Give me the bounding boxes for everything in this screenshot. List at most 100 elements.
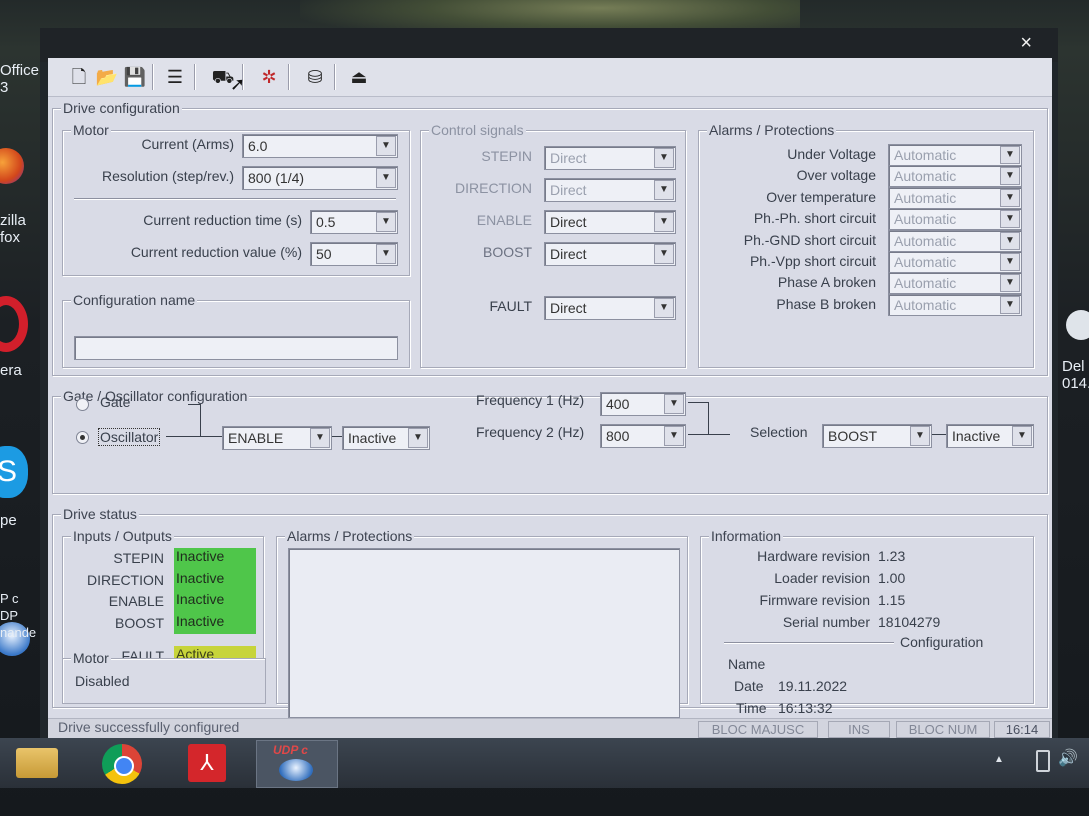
chevron-down-icon[interactable]: ▼ bbox=[376, 168, 396, 188]
config-time-value: 16:13:32 bbox=[778, 700, 833, 716]
chevron-down-icon[interactable]: ▼ bbox=[654, 298, 674, 318]
alarm-config-label: Phase B broken bbox=[776, 295, 876, 312]
enable-signal-label: ENABLE bbox=[476, 212, 532, 228]
alarm-config-combo[interactable]: Automatic ▼ bbox=[888, 165, 1022, 188]
chevron-down-icon[interactable]: ▼ bbox=[310, 428, 330, 448]
insert-indicator: INS bbox=[828, 721, 890, 738]
io-status-label: BOOST bbox=[114, 614, 164, 631]
desktop-icon-office[interactable]: Office 3 bbox=[0, 62, 39, 96]
enable-signal-combo[interactable]: Direct ▼ bbox=[544, 210, 676, 234]
io-status-indicator: Inactive bbox=[174, 612, 256, 634]
chevron-down-icon[interactable]: ▼ bbox=[654, 244, 674, 264]
motor-divider bbox=[74, 198, 396, 200]
alarm-config-combo[interactable]: Automatic ▼ bbox=[888, 208, 1022, 231]
desktop-icon-label: P c DP nande bbox=[0, 591, 37, 640]
taskbar-app-chrome[interactable] bbox=[86, 740, 164, 786]
exit-icon[interactable]: ⏏ bbox=[346, 64, 372, 90]
chevron-down-icon[interactable]: ▼ bbox=[1000, 188, 1020, 207]
desktop-icon-skype[interactable]: pe bbox=[0, 512, 17, 529]
chevron-down-icon[interactable]: ▼ bbox=[1000, 253, 1020, 271]
current-combo[interactable]: 6.0 ▼ bbox=[242, 134, 398, 158]
chevron-down-icon[interactable]: ▼ bbox=[408, 428, 428, 448]
gate-radio-label[interactable]: Gate bbox=[100, 394, 130, 410]
alarm-config-combo[interactable]: Automatic ▼ bbox=[888, 272, 1022, 295]
chevron-down-icon[interactable]: ▼ bbox=[1000, 167, 1020, 186]
chevron-down-icon[interactable]: ▼ bbox=[1000, 210, 1020, 229]
right-desktop-icon[interactable] bbox=[1066, 310, 1089, 340]
chevron-down-icon[interactable]: ▼ bbox=[376, 136, 396, 156]
chevron-down-icon[interactable]: ▼ bbox=[654, 212, 674, 232]
desktop-icon-label: Del 014. bbox=[1062, 358, 1089, 392]
configuration-name-input[interactable] bbox=[74, 336, 398, 360]
taskbar-app-explorer[interactable] bbox=[2, 740, 80, 786]
open-folder-icon[interactable]: 📂 bbox=[94, 64, 120, 90]
oscillator-radio-label[interactable]: Oscillator bbox=[98, 428, 161, 446]
alarms-list[interactable] bbox=[288, 548, 680, 718]
alarm-config-combo[interactable]: Automatic ▼ bbox=[888, 186, 1022, 209]
chevron-down-icon[interactable]: ▼ bbox=[376, 212, 396, 232]
volume-icon[interactable]: 🔊 bbox=[1058, 748, 1078, 768]
fault-signal-combo[interactable]: Direct ▼ bbox=[544, 296, 676, 320]
new-file-icon[interactable]: 🗋 bbox=[66, 64, 92, 90]
chevron-down-icon[interactable]: ▼ bbox=[654, 180, 674, 200]
configuration-divider bbox=[724, 642, 894, 644]
selection-combo[interactable]: BOOST ▼ bbox=[822, 424, 932, 448]
resolution-combo[interactable]: 800 (1/4) ▼ bbox=[242, 166, 398, 190]
motor-status-group: Motor Disabled bbox=[62, 650, 266, 704]
direction-signal-combo[interactable]: Direct ▼ bbox=[544, 178, 676, 202]
reduction-value-value: 50 bbox=[316, 246, 332, 262]
gate-radio[interactable] bbox=[76, 398, 89, 411]
oscillator-radio[interactable] bbox=[76, 431, 89, 444]
gate-state-combo[interactable]: Inactive ▼ bbox=[342, 426, 430, 450]
desktop-icon-opera[interactable]: era bbox=[0, 362, 22, 379]
motor-config-icon[interactable]: ✲ bbox=[256, 64, 282, 90]
taskbar-app-acrobat[interactable]: ⅄ bbox=[172, 740, 250, 786]
chevron-down-icon[interactable]: ▼ bbox=[1000, 274, 1020, 293]
connector-line bbox=[688, 402, 708, 403]
mouse-cursor-icon: ➚ bbox=[230, 74, 246, 94]
alarm-config-value: Automatic bbox=[894, 275, 957, 292]
toolbar: 🗋 📂 💾 ☰ ⛟ ✲ ⛁ ⏏ ➚ bbox=[48, 58, 1052, 97]
hardware-revision-value: 1.23 bbox=[878, 548, 906, 564]
chevron-down-icon[interactable]: ▼ bbox=[1000, 146, 1020, 164]
desktop-icon-right[interactable]: Del 014. bbox=[1062, 358, 1089, 392]
hardware-revision-label: Hardware revision bbox=[757, 548, 870, 564]
taskbar-app-udp[interactable]: UDP c bbox=[256, 740, 338, 788]
desktop-icon-firefox[interactable]: zilla fox bbox=[0, 212, 26, 246]
close-button[interactable]: × bbox=[1020, 32, 1032, 55]
save-icon[interactable]: 💾 bbox=[122, 64, 148, 90]
desktop-icon-udp[interactable]: P c DP nande bbox=[0, 590, 36, 641]
frequency2-combo[interactable]: 800 ▼ bbox=[600, 424, 686, 448]
chevron-down-icon[interactable]: ▼ bbox=[664, 394, 684, 414]
connector-line bbox=[188, 404, 200, 405]
toolbar-separator bbox=[334, 64, 336, 90]
direction-signal-value: Direct bbox=[550, 182, 587, 198]
alarm-config-combo[interactable]: Automatic ▼ bbox=[888, 293, 1022, 316]
settings-list-icon[interactable]: ☰ bbox=[162, 64, 188, 90]
chevron-down-icon[interactable]: ▼ bbox=[1000, 231, 1020, 250]
motor-status-value: Disabled bbox=[75, 673, 130, 689]
alarm-config-combo[interactable]: Automatic ▼ bbox=[888, 144, 1022, 166]
config-date-value: 19.11.2022 bbox=[778, 678, 848, 694]
storage-icon[interactable]: ⛁ bbox=[302, 64, 328, 90]
reduction-time-combo[interactable]: 0.5 ▼ bbox=[310, 210, 398, 234]
chevron-down-icon[interactable]: ▼ bbox=[664, 426, 684, 446]
frequency1-combo[interactable]: 400 ▼ bbox=[600, 392, 686, 416]
gate-signal-combo[interactable]: ENABLE ▼ bbox=[222, 426, 332, 450]
stepin-signal-combo[interactable]: Direct ▼ bbox=[544, 146, 676, 170]
reduction-value-combo[interactable]: 50 ▼ bbox=[310, 242, 398, 266]
chevron-down-icon[interactable]: ▼ bbox=[654, 148, 674, 168]
alarm-config-combo[interactable]: Automatic ▼ bbox=[888, 229, 1022, 252]
io-status-label: STEPIN bbox=[113, 550, 164, 566]
boost-signal-combo[interactable]: Direct ▼ bbox=[544, 242, 676, 266]
tray-arrow-icon[interactable]: ▲ bbox=[994, 754, 1004, 765]
battery-icon[interactable] bbox=[1036, 750, 1050, 772]
chevron-down-icon[interactable]: ▼ bbox=[910, 426, 930, 446]
drive-configuration-legend: Drive configuration bbox=[61, 100, 182, 116]
chevron-down-icon[interactable]: ▼ bbox=[376, 244, 396, 264]
connector-line bbox=[708, 434, 730, 435]
chevron-down-icon[interactable]: ▼ bbox=[1000, 295, 1020, 314]
chevron-down-icon[interactable]: ▼ bbox=[1012, 426, 1032, 446]
alarm-config-combo[interactable]: Automatic ▼ bbox=[888, 251, 1022, 273]
selection-state-combo[interactable]: Inactive ▼ bbox=[946, 424, 1034, 448]
